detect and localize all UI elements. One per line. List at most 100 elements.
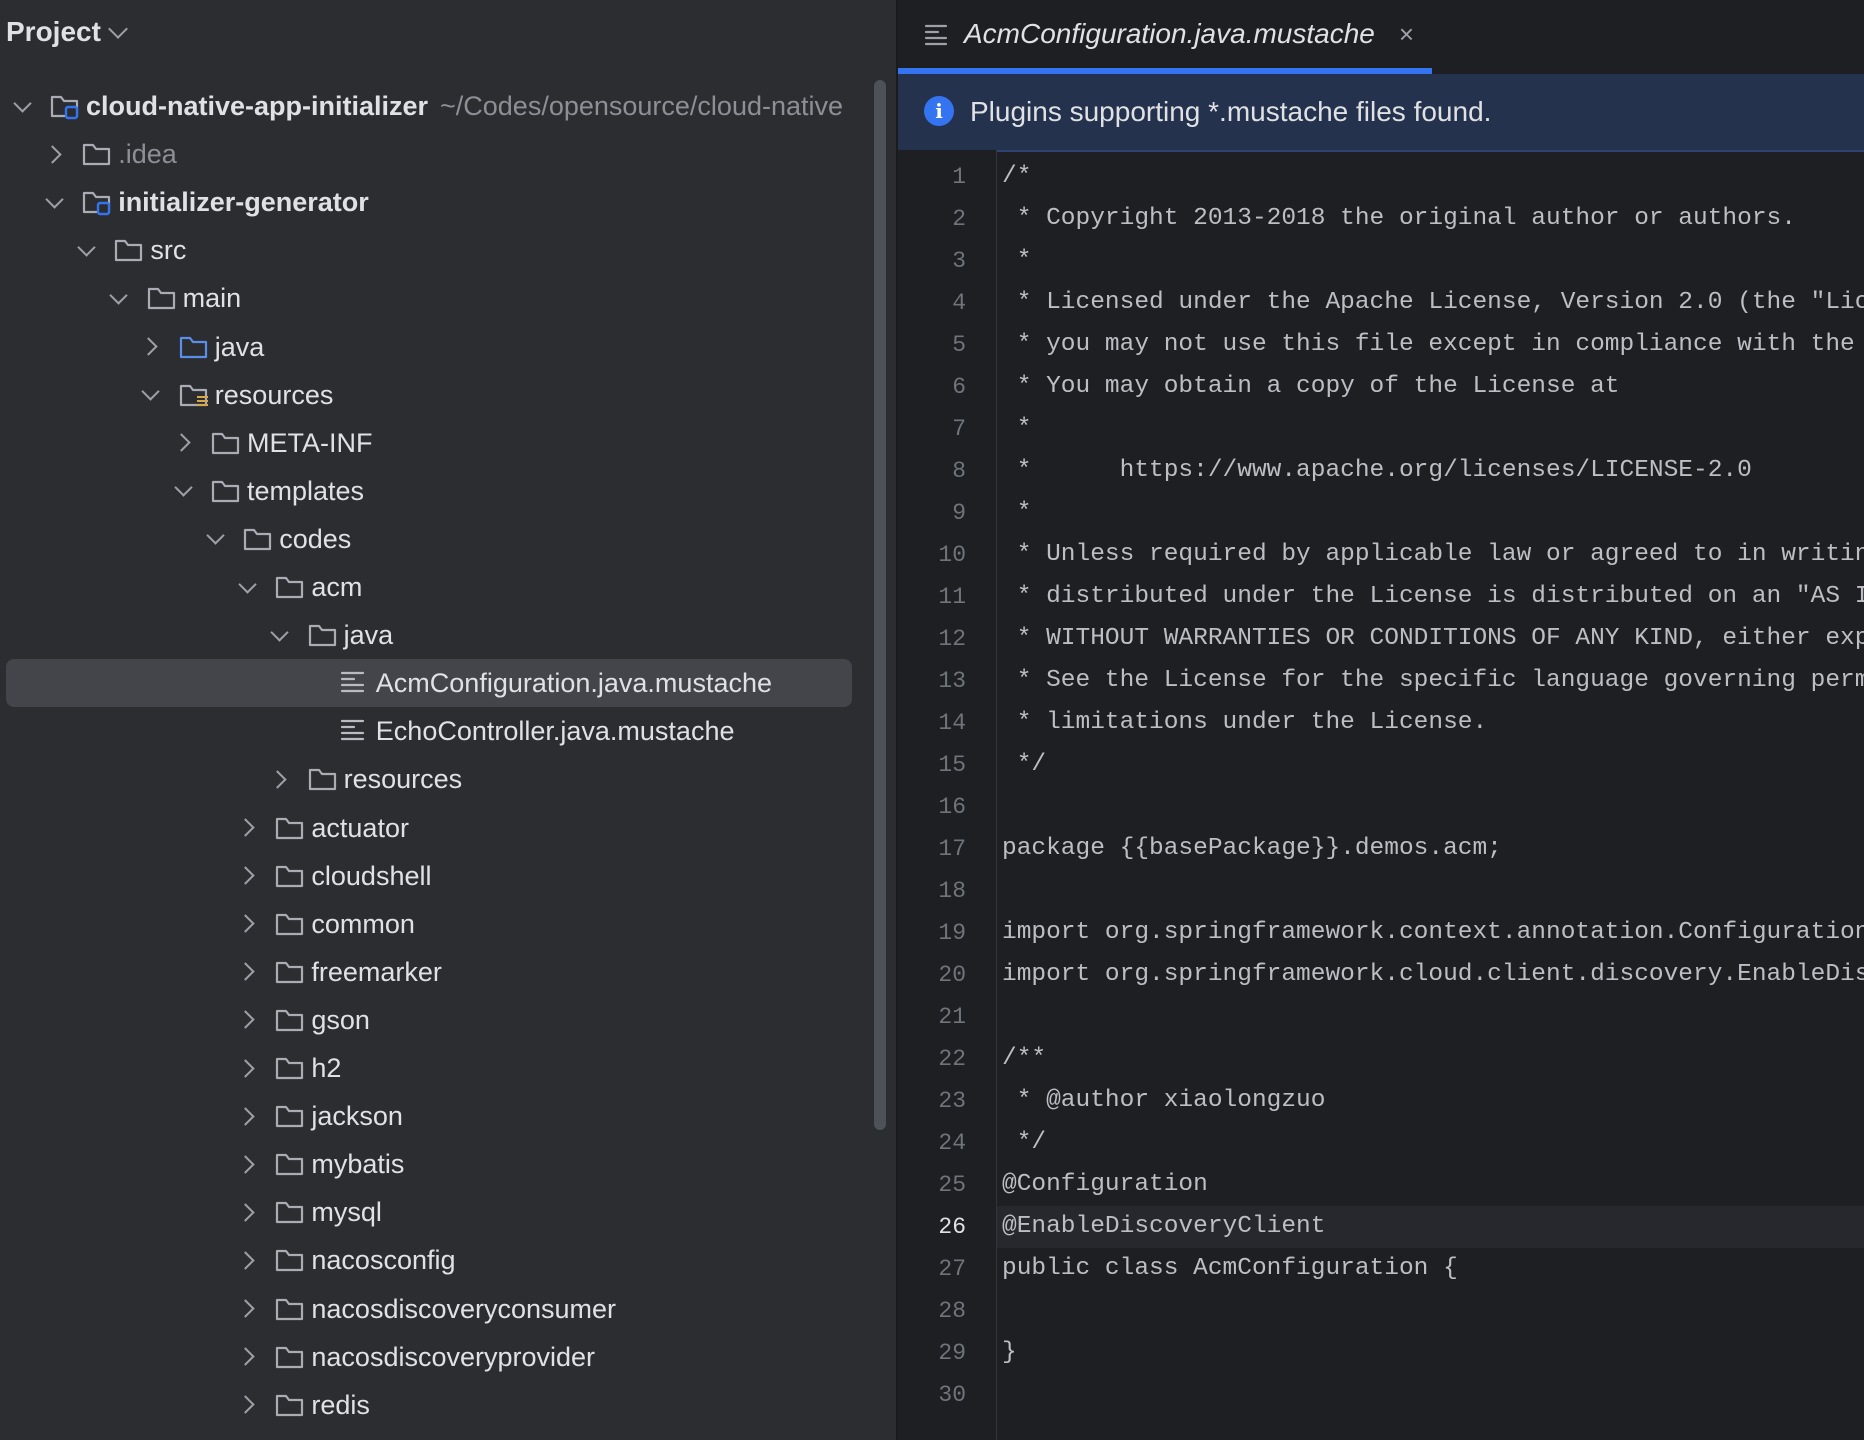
line-number: 4 [952,290,966,316]
chevron-right-icon[interactable] [235,816,259,840]
tree-folder-item[interactable]: h2 [0,1044,870,1092]
tree-folder-item[interactable]: META-INF [0,419,870,467]
line-number: 21 [938,1004,966,1030]
ide-window: Project cloud-native-app-initializer ~/Co… [0,0,1864,1440]
info-icon: i [924,96,954,126]
line-number: 2 [952,206,966,232]
chevron-right-icon[interactable] [235,1152,259,1176]
tree-file-item[interactable]: AcmConfiguration.java.mustache [0,659,870,708]
resources-folder-icon [179,381,209,409]
folder-icon [275,862,305,890]
chevron-right-icon[interactable] [235,1200,259,1224]
tree-folder-item[interactable]: resources [0,755,870,803]
chevron-down-icon[interactable] [235,575,259,599]
tree-folder-item[interactable]: main [0,274,870,322]
code-line: @EnableDiscoveryClient [1002,1213,1326,1240]
tree-folder-item[interactable]: nacosdiscoveryprovider [0,1333,870,1381]
chevron-right-icon[interactable] [139,335,163,359]
tree-item-label: nacosdiscoveryprovider [311,1341,596,1372]
tree-item-label: main [182,283,242,314]
tree-item-label: java [343,620,394,651]
tree-folder-item[interactable]: gson [0,996,870,1044]
tree-item-label: jackson [311,1101,403,1132]
tree-folder-item[interactable]: templates [0,467,870,515]
tree-item-label: mysql [311,1197,382,1228]
tree-item-label: acm [311,572,363,602]
folder-icon [275,573,305,601]
line-number: 10 [938,542,966,568]
line-number: 15 [938,752,966,778]
folder-icon [275,910,305,938]
line-number: 26 [938,1214,966,1240]
folder-icon [308,621,338,649]
chevron-down-icon[interactable] [42,190,66,214]
tree-folder-item[interactable]: mysql [0,1188,870,1236]
chevron-right-icon[interactable] [235,1056,259,1080]
code-area[interactable]: /* * Copyright 2013-2018 the original au… [998,150,1864,1440]
line-number: 13 [938,668,966,694]
chevron-down-icon[interactable] [74,238,98,262]
chevron-down-icon[interactable] [268,623,292,647]
close-icon[interactable]: × [1399,19,1414,50]
tree-folder-item[interactable]: java [0,323,870,371]
tree-folder-item[interactable]: src [0,226,870,274]
tree-folder-item[interactable]: cloud-native-app-initializer ~/Codes/open… [0,82,870,130]
tree-scrollbar[interactable] [874,80,886,1130]
chevron-right-icon[interactable] [171,431,195,455]
chevron-right-icon[interactable] [268,767,292,791]
editor-tab-bar: AcmConfiguration.java.mustache × [898,0,1864,75]
chevron-right-icon[interactable] [235,1393,259,1417]
chevron-down-icon[interactable] [10,94,34,118]
code-line: @Configuration [1002,1171,1208,1198]
tree-folder-item[interactable]: nacosdiscoveryconsumer [0,1285,870,1333]
tree-folder-item[interactable]: nacosconfig [0,1236,870,1284]
chevron-right-icon[interactable] [235,864,259,888]
code-line: * https://www.apache.org/licenses/LICENS… [1002,457,1752,484]
code-line: * Unless required by applicable law or a… [1016,541,1864,568]
tree-folder-item[interactable]: redis [0,1381,870,1429]
chevron-right-icon[interactable] [235,1104,259,1128]
tree-folder-item[interactable]: acm [0,563,870,611]
chevron-right-icon[interactable] [235,912,259,936]
line-number: 30 [938,1382,966,1408]
tree-item-label: resources [214,379,334,410]
tree-folder-item[interactable]: mybatis [0,1140,870,1188]
chevron-right-icon[interactable] [235,960,259,984]
project-view-selector[interactable]: Project [6,12,128,52]
tree-folder-item[interactable]: initializer-generator [0,178,870,226]
tree-folder-item[interactable]: .idea [0,130,870,178]
chevron-down-icon[interactable] [203,527,227,551]
tree-folder-item[interactable]: common [0,900,870,948]
folder-icon [308,765,338,793]
tree-folder-item[interactable]: cloudshell [0,852,870,900]
chevron-down-icon[interactable] [107,286,131,310]
line-number: 7 [952,416,966,442]
line-number-gutter[interactable]: 1 2 3 4 5 6 7 8 9 10 11 12 13 14 15 16 17 18 19 20 21 22 23 24 2… [898,150,997,1440]
tree-folder-item[interactable]: resources [0,371,870,419]
tree-folder-item[interactable]: java [0,611,870,659]
chevron-right-icon[interactable] [235,1008,259,1032]
chevron-right-icon[interactable] [235,1297,259,1321]
chevron-down-icon[interactable] [171,479,195,503]
banner-message: Plugins supporting *.mustache files foun… [970,96,1492,127]
line-number: 17 [938,836,966,862]
tree-folder-item[interactable]: freemarker [0,948,870,996]
chevron-right-icon[interactable] [42,142,66,166]
code-line: * See the License for the specific langu… [1016,667,1864,694]
chevron-down-icon[interactable] [139,383,163,407]
tree-folder-item[interactable]: jackson [0,1092,870,1140]
tree-folder-item[interactable]: codes [0,515,870,563]
source-folder-icon [179,333,209,361]
line-number: 1 [952,164,966,190]
tree-item-label: redis [311,1389,370,1420]
tab-acmconfiguration[interactable]: AcmConfiguration.java.mustache × [924,10,1414,58]
chevron-right-icon[interactable] [235,1248,259,1272]
chevron-right-icon[interactable] [235,1345,259,1369]
code-line: /** [1002,1045,1047,1072]
tree-file-item[interactable]: EchoController.java.mustache [0,707,870,755]
tab-label: AcmConfiguration.java.mustache [964,18,1375,49]
code-line: /* [1002,163,1032,190]
tree-item-label: actuator [311,812,409,843]
code-line: * @author xiaolongzuo [1002,1087,1326,1114]
tree-folder-item[interactable]: actuator [0,804,870,852]
